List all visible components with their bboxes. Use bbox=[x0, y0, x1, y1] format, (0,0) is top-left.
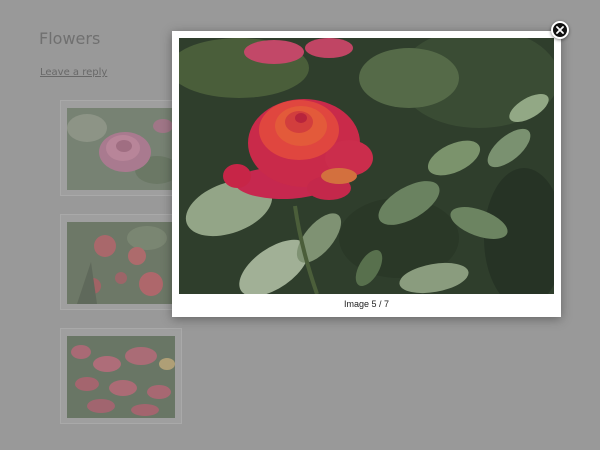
lightbox: Image 5 / 7 bbox=[172, 31, 561, 317]
thumbnail-image bbox=[67, 336, 175, 418]
thumbnail-image bbox=[67, 108, 175, 190]
thumbnail-image bbox=[67, 222, 175, 304]
close-button[interactable] bbox=[551, 21, 569, 39]
gallery-thumbnail[interactable] bbox=[60, 328, 182, 424]
close-icon bbox=[556, 26, 564, 34]
image-counter: Image 5 / 7 bbox=[343, 299, 390, 309]
leave-reply-link[interactable]: Leave a reply bbox=[40, 67, 107, 78]
lightbox-image[interactable] bbox=[179, 38, 554, 294]
gallery-thumbnail[interactable] bbox=[60, 214, 182, 310]
gallery-thumbnail[interactable] bbox=[60, 100, 182, 196]
page-title: Flowers bbox=[39, 29, 101, 48]
